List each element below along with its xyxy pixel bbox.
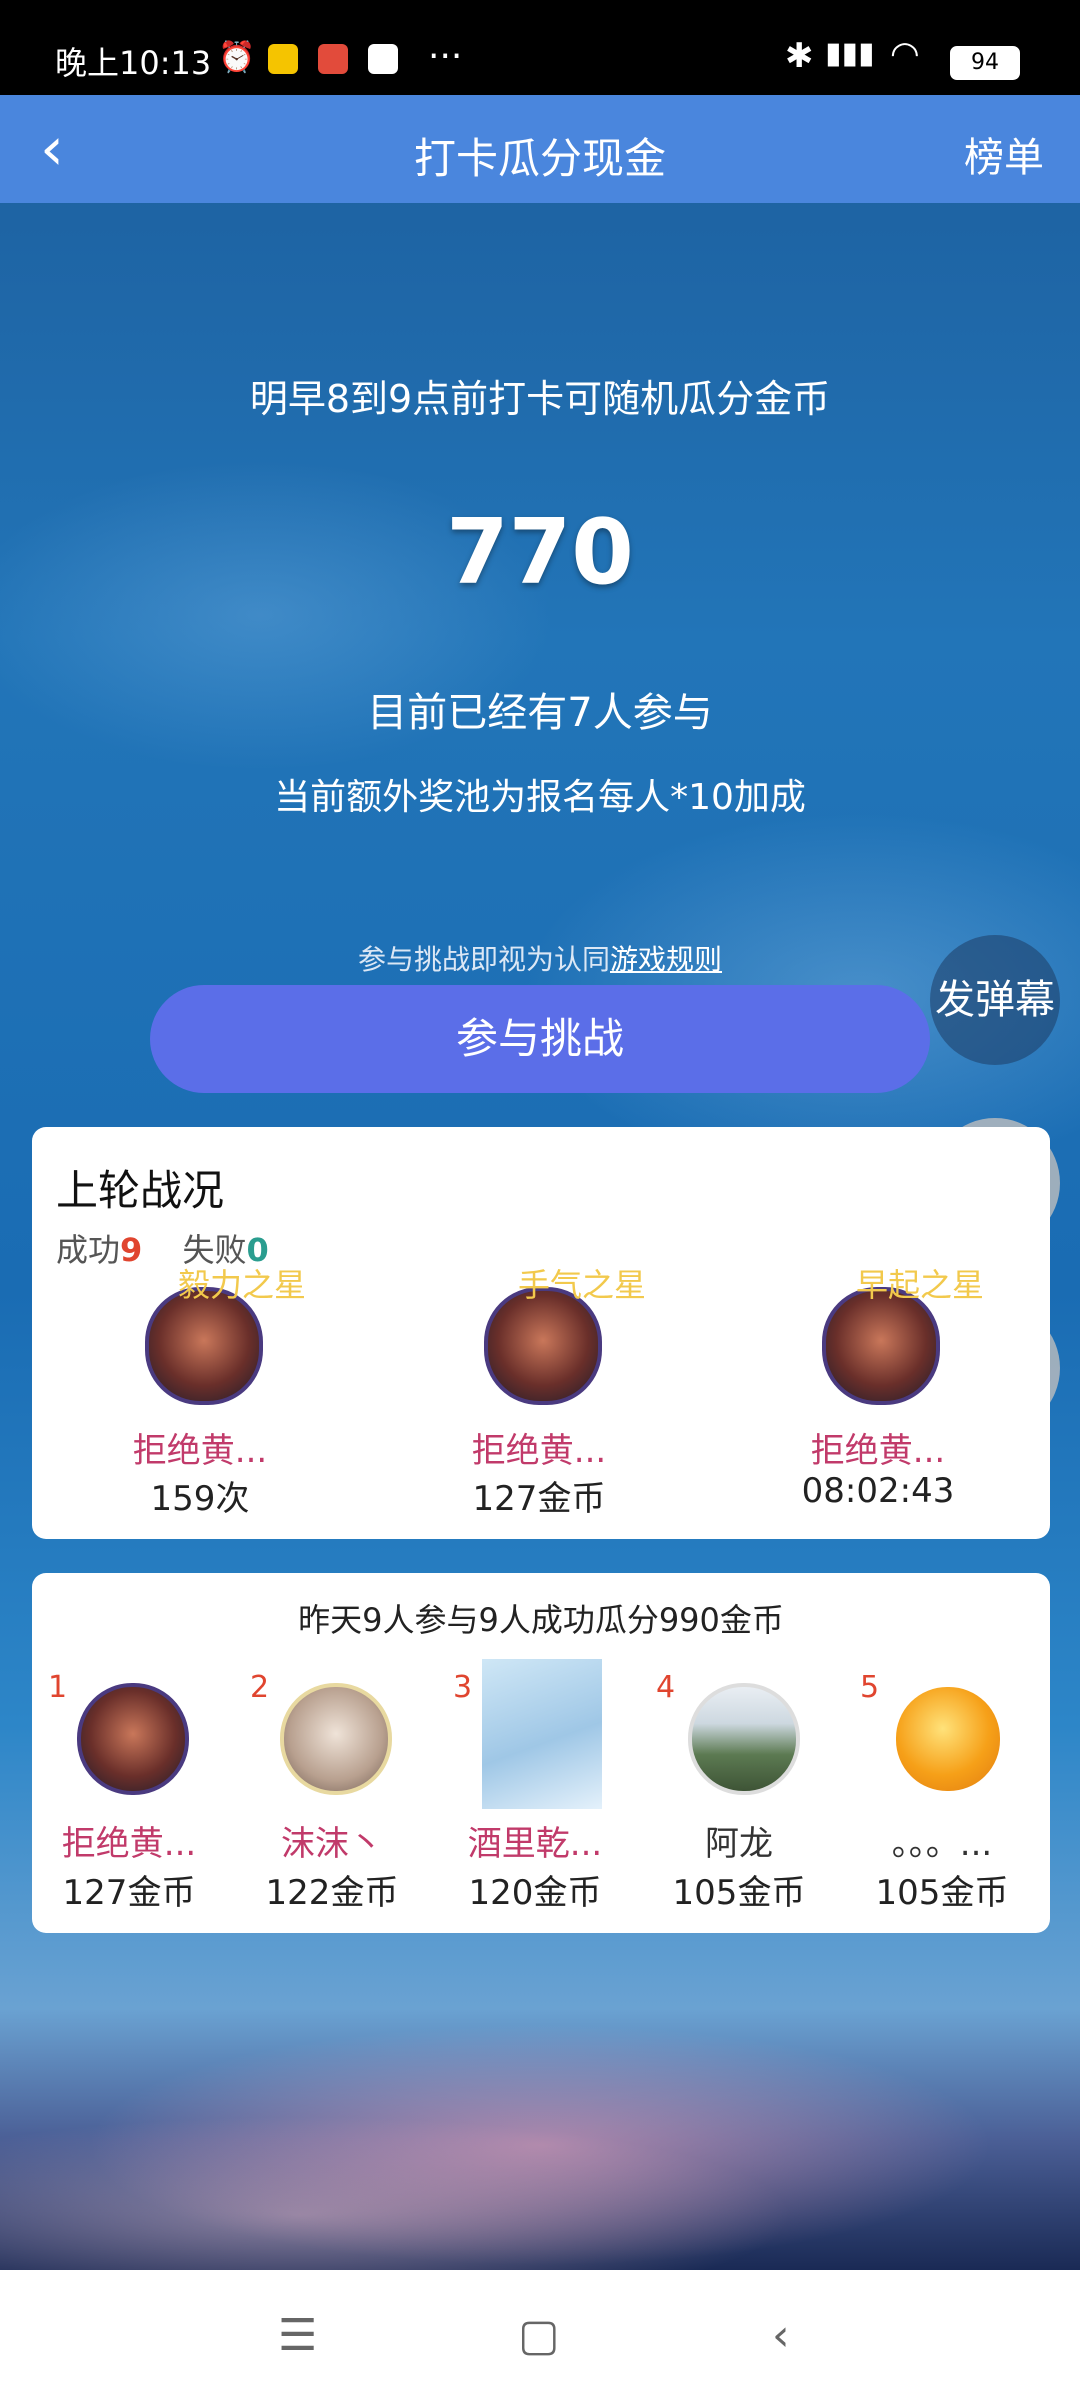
avatar[interactable] xyxy=(280,1683,392,1795)
star-badge: 毅力之星 xyxy=(177,1266,306,1304)
play-store-icon xyxy=(368,44,398,74)
back-nav-icon[interactable]: ‹ xyxy=(772,2310,790,2361)
signal-icon: ▮▮▮ xyxy=(825,36,875,71)
success-label: 成功 xyxy=(56,1231,121,1269)
star-name: 拒绝黄... xyxy=(471,1431,607,1471)
alarm-icon: ⏰ xyxy=(218,40,256,75)
star-value: 159次 xyxy=(150,1479,250,1519)
star-badge: 手气之星 xyxy=(517,1266,646,1304)
bonus-info: 当前额外奖池为报名每人*10加成 xyxy=(274,777,806,818)
system-nav-bar: ☰ ▢ ‹ xyxy=(0,2270,1080,2400)
rules-prefix: 参与挑战即视为认同 xyxy=(357,943,610,976)
rank-value: 120金币 xyxy=(468,1873,602,1913)
hero-subtitle: 明早8到9点前打卡可随机瓜分金币 xyxy=(249,377,831,421)
rank-name: 沫沫丶 xyxy=(281,1824,383,1864)
status-time: 晚上10:13 xyxy=(55,44,212,82)
avatar[interactable] xyxy=(892,1683,1004,1795)
danmu-button[interactable]: 发弹幕 xyxy=(930,935,1060,1065)
avatar[interactable] xyxy=(482,1659,602,1809)
star-value: 08:02:43 xyxy=(801,1471,955,1511)
join-challenge-button[interactable]: 参与挑战 xyxy=(150,985,930,1093)
rank-number: 4 xyxy=(656,1670,676,1705)
title-bar: ‹ 打卡瓜分现金 榜单 xyxy=(0,95,1080,203)
card-title: 上轮战况 xyxy=(56,1166,225,1215)
battery-icon: 94 xyxy=(950,46,1020,80)
page-title: 打卡瓜分现金 xyxy=(413,134,666,183)
more-icon: ··· xyxy=(428,36,463,77)
rules-notice: 参与挑战即视为认同游戏规则 xyxy=(0,938,1080,978)
star-badge: 早起之星 xyxy=(855,1266,984,1304)
yesterday-summary: 昨天9人参与9人成功瓜分990金币 xyxy=(298,1601,784,1639)
rank-name: 阿龙 xyxy=(705,1824,773,1864)
star-value: 127金币 xyxy=(472,1479,606,1519)
yesterday-card: 昨天9人参与9人成功瓜分990金币 1 拒绝黄... 127金币 2 沫沫丶 1… xyxy=(32,1573,1050,1933)
avatar[interactable] xyxy=(77,1683,189,1795)
rank-name: 酒里乾... xyxy=(467,1824,603,1864)
rank-value: 105金币 xyxy=(672,1873,806,1913)
rank-number: 3 xyxy=(453,1670,473,1705)
star-name: 拒绝黄... xyxy=(132,1431,268,1471)
rank-value: 122金币 xyxy=(265,1873,399,1913)
last-round-card: 上轮战况 成功9 失败0 毅力之星 拒绝黄... 159次 手气之星 拒绝黄..… xyxy=(32,1127,1050,1539)
app-icon-red xyxy=(318,44,348,74)
home-icon[interactable]: ▢ xyxy=(518,2310,560,2361)
rank-button[interactable]: 榜单 xyxy=(964,125,1044,183)
status-bar: 晚上10:13 ⏰ ··· ✱ ▮▮▮ ◠ 94 xyxy=(0,0,1080,95)
prize-amount: 770 xyxy=(446,500,634,605)
rank-value: 105金币 xyxy=(875,1873,1009,1913)
bluetooth-icon: ✱ xyxy=(785,36,814,76)
battery-level: 94 xyxy=(971,50,999,75)
app-icon-yellow xyxy=(268,44,298,74)
rank-number: 5 xyxy=(860,1670,880,1705)
avatar[interactable] xyxy=(688,1683,800,1795)
rules-link[interactable]: 游戏规则 xyxy=(610,943,722,976)
rank-name: 拒绝黄... xyxy=(61,1824,197,1864)
menu-icon[interactable]: ☰ xyxy=(278,2310,317,2361)
rank-value: 127金币 xyxy=(62,1873,196,1913)
rank-number: 1 xyxy=(48,1670,68,1705)
wifi-icon: ◠ xyxy=(890,34,920,74)
star-name: 拒绝黄... xyxy=(810,1431,946,1471)
participant-count: 目前已经有7人参与 xyxy=(367,690,713,736)
rank-number: 2 xyxy=(250,1670,270,1705)
rank-name: 。。。... xyxy=(891,1824,993,1864)
